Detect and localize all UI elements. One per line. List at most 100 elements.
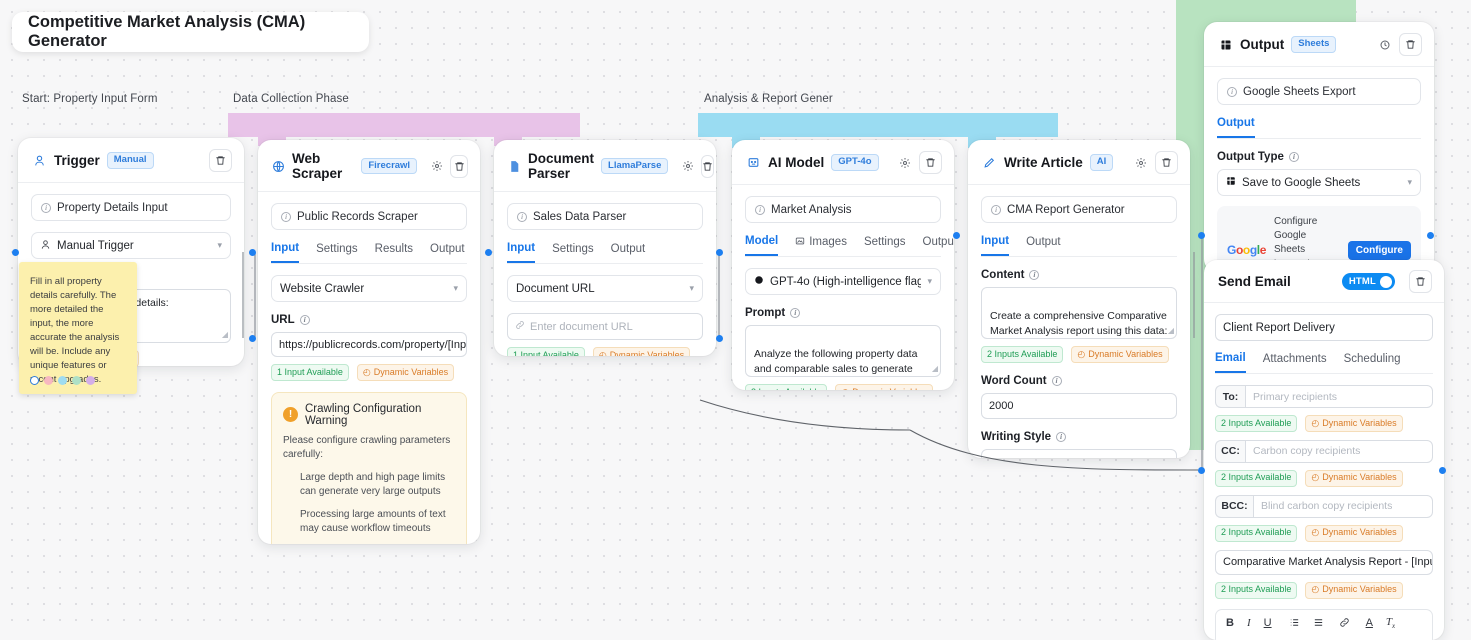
dynamic-variables-chip[interactable]: ◴ Dynamic Variables — [1305, 581, 1403, 599]
email-cc-row[interactable]: CC: Carbon copy recipients — [1215, 439, 1433, 463]
tab-email[interactable]: Email — [1215, 352, 1246, 373]
connection-handle-scraper-in[interactable] — [249, 249, 256, 256]
document-url-input[interactable]: Enter document URL — [507, 313, 703, 340]
connection-handle-email-out[interactable] — [1439, 467, 1446, 474]
inputs-available-chip[interactable]: 1 Input Available — [507, 347, 585, 356]
connection-handle-scraper-out[interactable] — [249, 335, 256, 342]
document-source-select[interactable]: Document URL ▾ — [507, 275, 703, 302]
history-icon[interactable] — [1377, 37, 1392, 52]
dynamic-variables-chip[interactable]: ◴ Dynamic Variables — [592, 347, 691, 356]
tab-input[interactable]: Input — [981, 235, 1010, 256]
dynamic-variables-chip[interactable]: ◴ Dynamic Variables — [1071, 346, 1169, 363]
tab-output[interactable]: Output — [1026, 235, 1061, 256]
email-name-input[interactable]: Client Report Delivery — [1215, 314, 1433, 341]
tab-output[interactable]: Output — [611, 242, 646, 263]
prompt-textarea[interactable]: Analyze the following property data and … — [745, 325, 941, 377]
dynamic-variables-chip[interactable]: ◴ Dynamic Variables — [1305, 524, 1403, 542]
list-ordered-icon[interactable] — [1289, 617, 1300, 631]
inputs-available-chip[interactable]: 2 Inputs Available — [1215, 524, 1298, 542]
trash-icon[interactable] — [701, 154, 715, 178]
connection-handle-ai-out[interactable] — [953, 232, 960, 239]
resize-grip-icon[interactable]: ◢ — [1168, 325, 1174, 337]
tab-settings[interactable]: Settings — [864, 235, 906, 256]
inputs-available-chip[interactable]: 2 Inputs Available — [745, 384, 828, 390]
output-type-select[interactable]: Save to Google Sheets ▾ — [1217, 169, 1421, 196]
tab-images[interactable]: Images — [795, 235, 847, 256]
connection-handle-ai-in[interactable] — [716, 335, 723, 342]
clear-format-icon[interactable]: Tx — [1386, 616, 1395, 630]
trash-icon[interactable] — [450, 154, 468, 178]
gear-icon[interactable] — [1133, 155, 1148, 170]
connection-handle-article-in[interactable] — [1198, 232, 1205, 239]
trash-icon[interactable] — [1399, 33, 1422, 56]
configure-button[interactable]: Configure — [1347, 240, 1411, 260]
word-count-input[interactable]: 2000 — [981, 392, 1177, 419]
inputs-available-chip[interactable]: 1 Input Available — [271, 364, 349, 381]
html-toggle[interactable]: HTML — [1341, 273, 1395, 290]
web-scraper-name-input[interactable]: i Public Records Scraper — [271, 203, 467, 230]
sticky-note[interactable]: Fill in all property details carefully. … — [19, 262, 137, 394]
bcc-input[interactable]: Blind carbon copy recipients — [1253, 494, 1433, 518]
ai-model-name-input[interactable]: i Market Analysis — [745, 196, 941, 223]
swatch-white[interactable] — [30, 376, 39, 385]
tab-scheduling[interactable]: Scheduling — [1344, 352, 1401, 373]
web-scraper-mode-select[interactable]: Website Crawler ▾ — [271, 275, 467, 302]
content-textarea[interactable]: Create a comprehensive Comparative Marke… — [981, 287, 1177, 339]
trash-icon[interactable] — [919, 151, 942, 174]
tab-output[interactable]: Output — [1217, 117, 1255, 138]
output-name-input[interactable]: i Google Sheets Export — [1217, 78, 1421, 105]
list-bullet-icon[interactable] — [1313, 617, 1324, 631]
font-color-icon[interactable]: A — [1366, 618, 1373, 629]
inputs-available-chip[interactable]: 2 Inputs Available — [1215, 415, 1298, 432]
connection-handle-email-in[interactable] — [1198, 467, 1205, 474]
dynamic-variables-chip[interactable]: ◴ Dynamic Variables — [1305, 469, 1403, 487]
email-subject-input[interactable]: Comparative Market Analysis Report - [In… — [1215, 549, 1433, 575]
node-web-scraper[interactable]: Web Scraper Firecrawl i Public Records S… — [258, 140, 480, 544]
node-document-parser[interactable]: Document Parser LlamaParse i Sales Data … — [494, 140, 716, 356]
inputs-available-chip[interactable]: 2 Inputs Available — [981, 346, 1064, 363]
tab-output[interactable]: Output — [430, 242, 465, 263]
swatch-purple[interactable] — [86, 376, 95, 385]
dynamic-variables-chip[interactable]: ◴ Dynamic Variables — [835, 384, 933, 390]
write-article-name-input[interactable]: i CMA Report Generator — [981, 196, 1177, 223]
connection-handle-output-in[interactable] — [1427, 232, 1434, 239]
inputs-available-chip[interactable]: 2 Inputs Available — [1215, 581, 1298, 599]
connection-handle-trigger-out[interactable] — [12, 249, 19, 256]
trash-icon[interactable] — [1155, 151, 1178, 174]
node-send-email[interactable]: Send Email HTML Client Report Delivery E… — [1204, 260, 1444, 640]
gear-icon[interactable] — [897, 155, 912, 170]
node-write-article[interactable]: Write Article AI i CMA Report Generator … — [968, 140, 1190, 458]
trash-icon[interactable] — [209, 149, 232, 172]
underline-icon[interactable]: U — [1264, 618, 1272, 629]
tab-attachments[interactable]: Attachments — [1263, 352, 1327, 373]
tab-input[interactable]: Input — [271, 242, 300, 263]
inputs-available-chip[interactable]: 2 Inputs Available — [1215, 469, 1298, 487]
document-parser-name-input[interactable]: i Sales Data Parser — [507, 203, 703, 230]
to-input[interactable]: Primary recipients — [1245, 385, 1433, 408]
swatch-blue[interactable] — [58, 376, 67, 385]
node-output[interactable]: Output Sheets i Google Sheets Export Out… — [1204, 22, 1434, 272]
writing-style-input[interactable] — [981, 448, 1177, 458]
bold-icon[interactable]: B — [1226, 618, 1234, 629]
italic-icon[interactable]: I — [1247, 618, 1251, 629]
gear-icon[interactable] — [682, 159, 694, 174]
tab-model[interactable]: Model — [745, 235, 779, 256]
tab-input[interactable]: Input — [507, 242, 536, 263]
dynamic-variables-chip[interactable]: ◴ Dynamic Variables — [1305, 415, 1403, 432]
node-ai-model[interactable]: AI Model GPT-4o i Market Analysis Model … — [732, 140, 954, 390]
email-bcc-row[interactable]: BCC: Blind carbon copy recipients — [1215, 494, 1433, 518]
swatch-pink[interactable] — [44, 376, 53, 385]
connection-handle-parser-in[interactable] — [485, 249, 492, 256]
tab-settings[interactable]: Settings — [316, 242, 358, 263]
tab-settings[interactable]: Settings — [552, 242, 594, 263]
trigger-name-input[interactable]: i Property Details Input — [31, 194, 231, 221]
tab-output[interactable]: Output — [923, 235, 954, 256]
model-select[interactable]: GPT-4o (High-intelligence flagship model… — [745, 268, 941, 295]
trash-icon[interactable] — [1409, 270, 1432, 293]
swatch-green[interactable] — [72, 376, 81, 385]
url-input[interactable]: https://publicrecords.com/property/[Inpu… — [271, 332, 467, 357]
cc-input[interactable]: Carbon copy recipients — [1245, 439, 1433, 463]
tab-results[interactable]: Results — [375, 242, 413, 263]
gear-icon[interactable] — [431, 159, 443, 174]
sticky-note-color-swatches[interactable] — [30, 376, 95, 385]
